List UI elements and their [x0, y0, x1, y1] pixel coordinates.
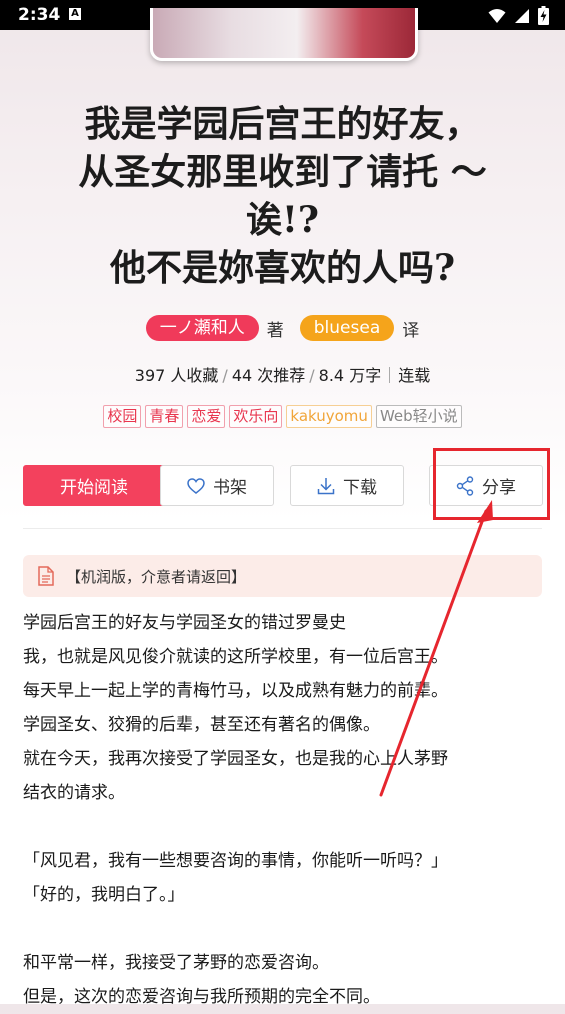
translator-badge[interactable]: bluesea — [299, 315, 395, 341]
title-line: 诶!? — [246, 199, 319, 241]
description-line: 学园后宫王的好友与学园圣女的错过罗曼史 — [23, 613, 346, 633]
description-blank-line — [23, 912, 545, 946]
favorites-count: 397 人收藏 — [134, 366, 219, 385]
bookshelf-button[interactable]: 书架 — [160, 465, 274, 506]
book-stats: 397 人收藏/44 次推荐/8.4 万字 连载 — [0, 362, 565, 386]
description-line: 「好的，我明白了。」 — [23, 885, 185, 905]
heart-icon — [187, 477, 205, 494]
start-reading-button[interactable]: 开始阅读 — [23, 465, 165, 506]
description-line: 就在今天，我再次接受了学园圣女，也是我的心上人茅野 — [23, 749, 448, 769]
description-line: 「风见君，我有一些想要咨询的事情，你能听一听吗？」 — [23, 851, 448, 871]
section-divider — [23, 528, 542, 529]
document-icon — [38, 566, 54, 586]
description-line: 和平常一样，我接受了茅野的恋爱咨询。 — [23, 953, 329, 973]
stats-divider — [389, 367, 391, 383]
download-icon — [317, 477, 335, 494]
tag-item[interactable]: 校园 — [103, 405, 142, 428]
book-title: 我是学园后宫王的好友， 从圣女那里收到了请托 ～ 诶!? 他不是妳喜欢的人吗? — [20, 100, 545, 292]
book-description: 学园后宫王的好友与学园圣女的错过罗曼史 我，也就是风见俊介就读的这所学校里，有一… — [23, 606, 545, 1014]
notice-banner: 【机润版，介意者请返回】 — [23, 555, 542, 597]
tag-item[interactable]: 欢乐向 — [229, 405, 283, 428]
translator-role-label: 译 — [402, 320, 420, 341]
title-line: 他不是妳喜欢的人吗? — [109, 247, 456, 289]
download-label: 下载 — [343, 478, 377, 498]
start-reading-label: 开始阅读 — [60, 478, 128, 498]
description-blank-line — [23, 810, 545, 844]
wifi-icon — [488, 8, 506, 23]
recommendations-count: 44 次推荐 — [231, 366, 306, 385]
word-count: 8.4 万字 — [318, 366, 382, 385]
description-line: 但是，这次的恋爱咨询与我所预期的完全不同。 — [23, 987, 380, 1007]
credits: 一ノ瀬和人 著 bluesea 译 — [0, 315, 565, 341]
download-button[interactable]: 下载 — [290, 465, 404, 506]
notification-app-icon: A — [69, 8, 81, 20]
description-line: 学园圣女、狡猾的后辈，甚至还有著名的偶像。 — [23, 715, 380, 735]
tag-item[interactable]: 青春 — [145, 405, 184, 428]
description-line: 我，也就是风见俊介就读的这所学校里，有一位后宫王。 — [23, 647, 448, 667]
title-line: 我是学园后宫王的好友， — [84, 103, 481, 145]
annotation-highlight-box — [433, 448, 550, 520]
status-icons — [488, 6, 549, 25]
status-time: 2:34 — [18, 5, 61, 25]
bookshelf-label: 书架 — [213, 478, 247, 498]
author-role-label: 著 — [266, 320, 284, 341]
book-cover-image — [150, 8, 418, 61]
signal-icon — [515, 8, 529, 23]
stats-separator: / — [222, 366, 228, 385]
description-line: 每天早上一起上学的青梅竹马，以及成熟有魅力的前辈。 — [23, 681, 448, 701]
tag-item[interactable]: Web轻小说 — [375, 405, 462, 428]
battery-icon — [538, 6, 549, 25]
notice-text: 【机润版，介意者请返回】 — [66, 567, 247, 586]
tag-list: 校园 青春 恋爱 欢乐向 kakuyomu Web轻小说 — [0, 405, 565, 428]
tag-item[interactable]: 恋爱 — [187, 405, 226, 428]
description-line: 结衣的请求。 — [23, 783, 125, 803]
serial-status: 连载 — [398, 366, 431, 385]
tag-item[interactable]: kakuyomu — [286, 405, 372, 428]
stats-separator: / — [309, 366, 315, 385]
title-line: 从圣女那里收到了请托 ～ — [78, 151, 487, 193]
author-badge[interactable]: 一ノ瀬和人 — [145, 315, 259, 341]
